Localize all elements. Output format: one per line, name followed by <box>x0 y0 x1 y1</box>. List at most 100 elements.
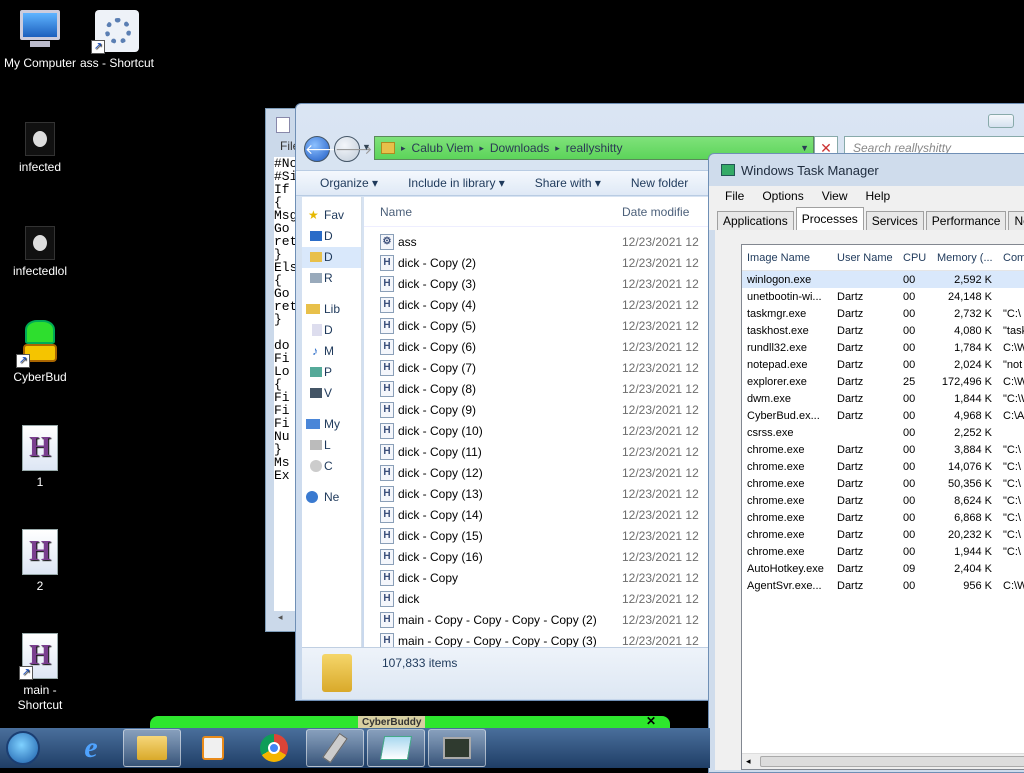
nav-network[interactable]: Ne <box>302 487 361 508</box>
task-manager-titlebar[interactable]: Windows Task Manager <box>709 154 1024 186</box>
process-row[interactable]: csrss.exe 00 2,252 K <box>742 424 1024 441</box>
task-manager-window[interactable]: Windows Task Manager File Options View H… <box>708 153 1024 773</box>
column-cpu[interactable]: CPU <box>898 252 932 264</box>
desktop-icon-my-computer[interactable]: My Computer <box>0 10 80 70</box>
file-row[interactable]: Hmain - Copy - Copy - Copy - Copy (2) 12/… <box>364 609 710 630</box>
file-row[interactable]: ⚙ ass 12/23/2021 12 <box>364 231 710 252</box>
file-row[interactable]: Hdick - Copy (6) 12/23/2021 12 <box>364 336 710 357</box>
file-row[interactable]: Hdick - Copy (5) 12/23/2021 12 <box>364 315 710 336</box>
breadcrumb-item[interactable]: Downloads <box>490 141 549 155</box>
file-row[interactable]: Hdick - Copy (2) 12/23/2021 12 <box>364 252 710 273</box>
process-row[interactable]: chrome.exe Dartz 00 20,232 K "C:\ <box>742 526 1024 543</box>
start-button[interactable] <box>0 728 46 768</box>
menu-help[interactable]: Help <box>866 189 891 203</box>
nav-recent[interactable]: R <box>302 268 361 289</box>
internet-explorer-icon[interactable]: e <box>62 729 120 767</box>
nav-cd-drive[interactable]: C <box>302 456 361 477</box>
back-button[interactable]: 🡐 <box>304 136 343 162</box>
column-date-modified[interactable]: Date modifie <box>622 205 689 219</box>
process-row[interactable]: taskhost.exe Dartz 00 4,080 K "task <box>742 322 1024 339</box>
nav-documents[interactable]: D <box>302 320 361 341</box>
nav-local-disk[interactable]: L <box>302 435 361 456</box>
minimize-button[interactable] <box>988 114 1014 128</box>
nav-music[interactable]: ♪ M <box>302 341 361 362</box>
file-row[interactable]: Hdick - Copy (7) 12/23/2021 12 <box>364 357 710 378</box>
tab-processes[interactable]: Processes <box>795 207 864 230</box>
file-list[interactable]: Name Date modifie ⚙ ass 12/23/2021 12 Hdick… <box>364 197 710 647</box>
include-in-library-button[interactable]: Include in library ▾ <box>408 176 505 190</box>
nav-my-computer[interactable]: My <box>302 414 361 435</box>
new-folder-button[interactable]: New folder <box>631 176 688 190</box>
file-row[interactable]: Hdick - Copy (16) 12/23/2021 12 <box>364 546 710 567</box>
desktop-icon-infected[interactable]: infected <box>0 122 80 174</box>
breadcrumb-item[interactable]: Calub Viem <box>412 141 474 155</box>
tab-applications[interactable]: Applications <box>717 211 794 230</box>
process-row[interactable]: chrome.exe Dartz 00 3,884 K "C:\ <box>742 441 1024 458</box>
file-row[interactable]: Hdick - Copy (12) 12/23/2021 12 <box>364 462 710 483</box>
process-row[interactable]: dwm.exe Dartz 00 1,844 K "C:\W <box>742 390 1024 407</box>
notepad-scroll-left[interactable]: ◂ <box>278 612 283 623</box>
breadcrumb-item[interactable]: reallyshitty <box>566 141 623 155</box>
column-command[interactable]: Com <box>998 252 1024 264</box>
process-row[interactable]: CyberBud.ex... Dartz 00 4,968 K C:\A <box>742 407 1024 424</box>
scroll-thumb[interactable] <box>760 756 1024 767</box>
file-row[interactable]: Hdick - Copy (10) 12/23/2021 12 <box>364 420 710 441</box>
menu-file[interactable]: File <box>725 189 744 203</box>
column-user-name[interactable]: User Name <box>832 252 898 264</box>
process-row[interactable]: chrome.exe Dartz 00 1,944 K "C:\ <box>742 543 1024 560</box>
process-row[interactable]: AutoHotkey.exe Dartz 09 2,404 K <box>742 560 1024 577</box>
file-row[interactable]: Hdick - Copy 12/23/2021 12 <box>364 567 710 588</box>
scroll-left-arrow[interactable]: ◂ <box>746 756 751 767</box>
desktop-icon-cyberbud[interactable]: ↗ CyberBud <box>0 320 80 384</box>
tab-services[interactable]: Services <box>865 211 924 230</box>
column-memory[interactable]: Memory (... <box>932 252 998 264</box>
process-row[interactable]: explorer.exe Dartz 25 172,496 K C:\W <box>742 373 1024 390</box>
process-row[interactable]: unetbootin-wi... Dartz 00 24,148 K <box>742 288 1024 305</box>
file-explorer-icon[interactable] <box>123 729 181 767</box>
usb-tool-icon[interactable] <box>306 729 364 767</box>
process-row[interactable]: chrome.exe Dartz 00 8,624 K "C:\ <box>742 492 1024 509</box>
task-manager-icon[interactable] <box>428 729 486 767</box>
process-row[interactable]: notepad.exe Dartz 00 2,024 K "not <box>742 356 1024 373</box>
nav-desktop[interactable]: D <box>302 226 361 247</box>
process-row[interactable]: taskmgr.exe Dartz 00 2,732 K "C:\ <box>742 305 1024 322</box>
notepad-icon[interactable] <box>367 729 425 767</box>
nav-libraries[interactable]: Lib <box>302 299 361 320</box>
organize-button[interactable]: Organize ▾ <box>320 176 378 190</box>
process-row[interactable]: chrome.exe Dartz 00 50,356 K "C:\ <box>742 475 1024 492</box>
desktop-icon-ass-shortcut[interactable]: ↗ ass - Shortcut <box>76 10 158 70</box>
file-row[interactable]: Hdick - Copy (14) 12/23/2021 12 <box>364 504 710 525</box>
file-row[interactable]: Hdick - Copy (11) 12/23/2021 12 <box>364 441 710 462</box>
tab-performance[interactable]: Performance <box>925 211 1007 230</box>
forward-button[interactable]: 🡒 <box>334 136 373 162</box>
file-row[interactable]: Hdick 12/23/2021 12 <box>364 588 710 609</box>
horizontal-scrollbar[interactable]: ◂ <box>742 753 1024 769</box>
column-image-name[interactable]: Image Name <box>742 252 832 264</box>
file-row[interactable]: Hdick - Copy (4) 12/23/2021 12 <box>364 294 710 315</box>
nav-downloads[interactable]: D <box>302 247 361 268</box>
nav-videos[interactable]: V <box>302 383 361 404</box>
recent-pages-dropdown[interactable]: ▼ <box>362 142 371 152</box>
close-icon[interactable]: ✕ <box>646 714 656 728</box>
column-name[interactable]: Name <box>364 205 622 219</box>
file-row[interactable]: Hdick - Copy (15) 12/23/2021 12 <box>364 525 710 546</box>
address-dropdown[interactable]: ▼ <box>800 143 809 153</box>
process-row[interactable]: chrome.exe Dartz 00 6,868 K "C:\ <box>742 509 1024 526</box>
process-row[interactable]: rundll32.exe Dartz 00 1,784 K C:\W <box>742 339 1024 356</box>
menu-view[interactable]: View <box>822 189 848 203</box>
process-row[interactable]: winlogon.exe 00 2,592 K <box>742 271 1024 288</box>
desktop-icon-2[interactable]: H 2 <box>0 529 80 593</box>
file-row[interactable]: Hdick - Copy (8) 12/23/2021 12 <box>364 378 710 399</box>
process-list[interactable]: Image Name User Name CPU Memory (... Com… <box>741 244 1024 770</box>
file-row[interactable]: Hdick - Copy (3) 12/23/2021 12 <box>364 273 710 294</box>
media-player-icon[interactable] <box>184 729 242 767</box>
process-row[interactable]: chrome.exe Dartz 00 14,076 K "C:\ <box>742 458 1024 475</box>
desktop-icon-1[interactable]: H 1 <box>0 425 80 489</box>
tab-networking[interactable]: Networki <box>1008 211 1024 230</box>
nav-pictures[interactable]: P <box>302 362 361 383</box>
file-row[interactable]: Hdick - Copy (13) 12/23/2021 12 <box>364 483 710 504</box>
file-row[interactable]: Hmain - Copy - Copy - Copy - Copy (3) 12/… <box>364 630 710 647</box>
share-with-button[interactable]: Share with ▾ <box>535 176 601 190</box>
file-row[interactable]: Hdick - Copy (9) 12/23/2021 12 <box>364 399 710 420</box>
desktop-icon-main-shortcut[interactable]: H ↗ main - Shortcut <box>0 633 80 713</box>
